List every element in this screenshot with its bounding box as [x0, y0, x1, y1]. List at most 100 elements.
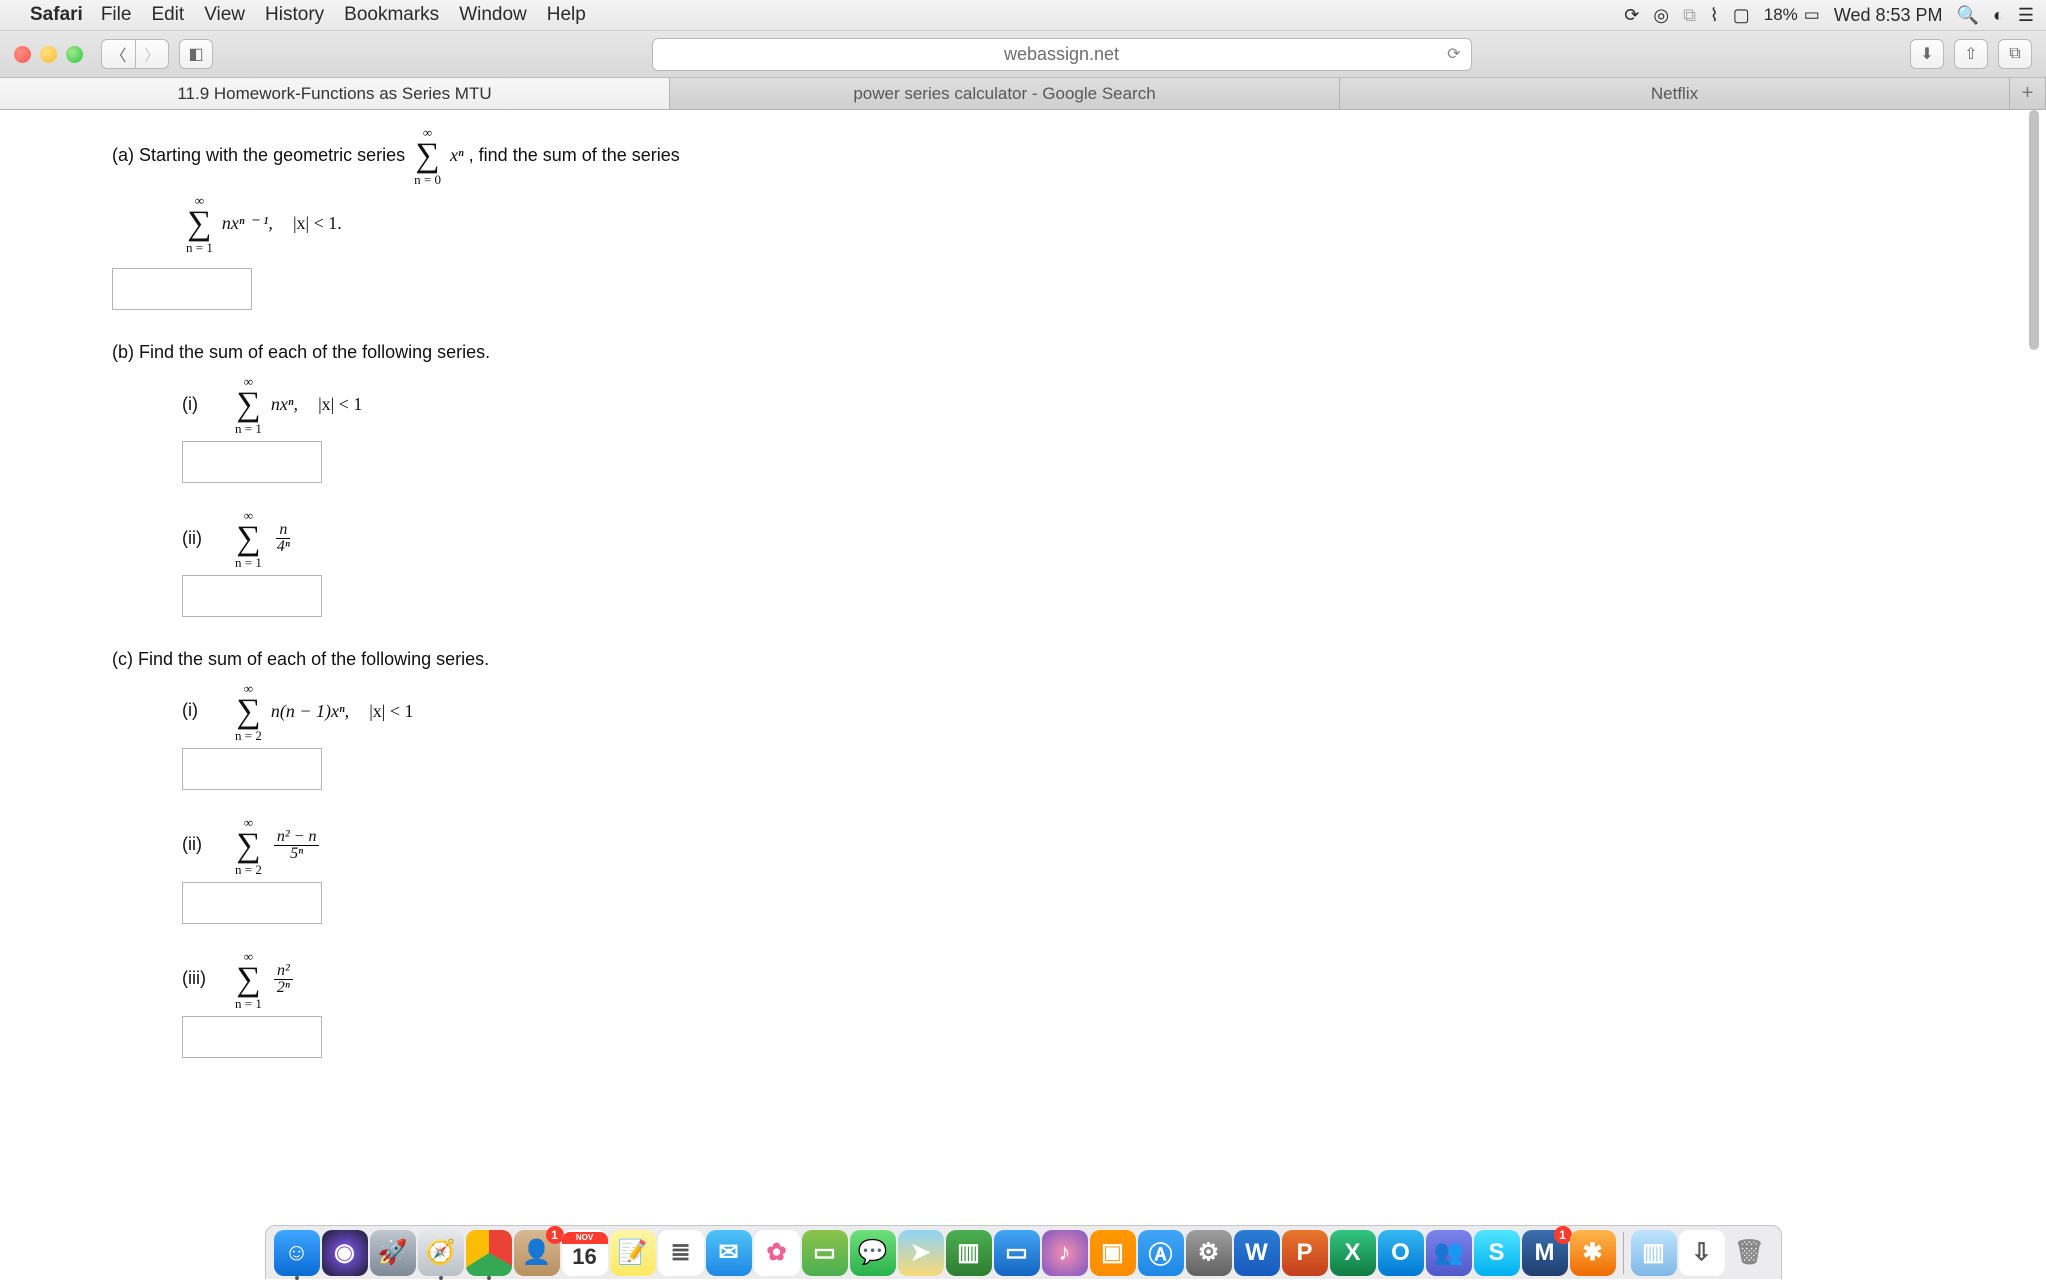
subpart-label: (i) [182, 700, 226, 721]
dock-downloads-icon[interactable]: ⇩ [1679, 1230, 1725, 1276]
dock-teams-icon[interactable]: 👥 [1426, 1230, 1472, 1276]
sum-lower: n = 1 [235, 422, 262, 435]
tab-label: power series calculator - Google Search [853, 84, 1155, 104]
app-name[interactable]: Safari [30, 4, 83, 26]
dock-malwarebytes-icon[interactable]: M1 [1522, 1230, 1568, 1276]
tab-google[interactable]: power series calculator - Google Search [670, 78, 1340, 109]
dock-excel-icon[interactable]: X [1330, 1230, 1376, 1276]
part-c: (c) Find the sum of each of the followin… [112, 645, 1930, 1058]
menu-extra-icon[interactable]: ☰ [2018, 5, 2034, 26]
dock-launchpad-icon[interactable]: 🚀 [370, 1230, 416, 1276]
answer-input-c-iii[interactable] [182, 1016, 322, 1058]
tab-netflix[interactable]: Netflix [1340, 78, 2010, 109]
condition: |x| < 1 [318, 394, 362, 414]
dock-keynote-icon[interactable]: ▭ [994, 1230, 1040, 1276]
notification-center-icon[interactable]: ◐ [1993, 5, 2004, 26]
answer-input-b-ii[interactable] [182, 575, 322, 617]
menu-window[interactable]: Window [459, 4, 527, 26]
menu-view[interactable]: View [204, 4, 245, 26]
dock-siri-icon[interactable]: ◉ [322, 1230, 368, 1276]
dock-separator [1623, 1232, 1624, 1274]
dock-notes-icon[interactable]: 📝 [610, 1230, 656, 1276]
dock-powerpoint-icon[interactable]: P [1282, 1230, 1328, 1276]
dock-facetime-icon[interactable]: ▭ [802, 1230, 848, 1276]
sum-lower: n = 1 [235, 556, 262, 569]
answer-input-c-ii[interactable] [182, 882, 322, 924]
zoom-window-button[interactable] [66, 46, 83, 63]
dock-trash-icon[interactable]: 🗑 [1727, 1230, 1773, 1276]
dock-mail-icon[interactable]: ✉ [706, 1230, 752, 1276]
part-c-ii: (ii) ∞ ∑ n = 2 n² − n 5ⁿ [182, 816, 1930, 924]
text: (a) Starting with the geometric series [112, 145, 410, 165]
backup-icon[interactable]: ⟳ [1624, 5, 1639, 26]
dock-maps-icon[interactable]: ➤ [898, 1230, 944, 1276]
dock-area: ☺◉🚀🧭👤1NOV16📝≣✉✿▭💬➤▥▭♪▣Ⓐ⚙WPXO👥SM1✱▥⇩🗑 [0, 1221, 2046, 1279]
minimize-window-button[interactable] [40, 46, 57, 63]
dock-folder-icon[interactable]: ▥ [1631, 1230, 1677, 1276]
dock-itunes-icon[interactable]: ♪ [1042, 1230, 1088, 1276]
condition: |x| < 1 [369, 700, 413, 720]
menu-edit[interactable]: Edit [151, 4, 184, 26]
sum-body: n(n − 1)xⁿ, [271, 700, 349, 720]
scroll-thumb[interactable] [2029, 110, 2039, 350]
back-button[interactable]: 〈 [101, 39, 135, 69]
sigma-icon: ∞ ∑ n = 2 [235, 816, 262, 876]
sigma-icon: ∞ ∑ n = 1 [235, 375, 262, 435]
window-controls [14, 46, 83, 63]
battery-status[interactable]: 18% ▭ [1764, 5, 1820, 25]
reload-icon[interactable]: ⟳ [1447, 44, 1460, 64]
display-icon[interactable]: ▢ [1733, 5, 1750, 26]
dock-skype-icon[interactable]: S [1474, 1230, 1520, 1276]
bluetooth-icon[interactable]: ⧉ [1683, 5, 1696, 26]
sum-body: xⁿ [450, 145, 464, 165]
menu-bookmarks[interactable]: Bookmarks [344, 4, 439, 26]
dock-chrome-icon[interactable] [466, 1230, 512, 1276]
denominator: 4ⁿ [274, 539, 293, 555]
share-button[interactable]: ⇧ [1954, 39, 1988, 69]
menu-help[interactable]: Help [547, 4, 586, 26]
airplay-icon[interactable]: ◎ [1653, 5, 1669, 26]
dock-finder-icon[interactable]: ☺ [274, 1230, 320, 1276]
sidebar-button[interactable]: ◧ [179, 39, 213, 69]
dock-photos-icon[interactable]: ✿ [754, 1230, 800, 1276]
answer-input-a[interactable] [112, 268, 252, 310]
numerator: n² [274, 963, 293, 980]
dock-appstore-icon[interactable]: Ⓐ [1138, 1230, 1184, 1276]
dock-safari-icon[interactable]: 🧭 [418, 1230, 464, 1276]
dock-calendar-icon[interactable]: NOV16 [562, 1230, 608, 1276]
dock-spark-icon[interactable]: ✱ [1570, 1230, 1616, 1276]
forward-button[interactable]: 〉 [135, 39, 169, 69]
denominator: 2ⁿ [274, 980, 293, 996]
menu-history[interactable]: History [265, 4, 324, 26]
denominator: 5ⁿ [287, 846, 306, 862]
part-a: (a) Starting with the geometric series ∞… [112, 126, 1930, 310]
dock-systemprefs-icon[interactable]: ⚙ [1186, 1230, 1232, 1276]
subpart-label: (ii) [182, 834, 226, 855]
spotlight-icon[interactable]: 🔍 [1957, 5, 1979, 26]
close-window-button[interactable] [14, 46, 31, 63]
wifi-icon[interactable]: ⌇ [1710, 5, 1719, 26]
menu-file[interactable]: File [101, 4, 132, 26]
scrollbar[interactable] [2026, 110, 2042, 1221]
dock-outlook-icon[interactable]: O [1378, 1230, 1424, 1276]
tab-label: Netflix [1651, 84, 1698, 104]
address-bar[interactable]: webassign.net ⟳ [652, 38, 1472, 71]
text: , find the sum of the series [469, 145, 680, 165]
dock-word-icon[interactable]: W [1234, 1230, 1280, 1276]
dock-reminders-icon[interactable]: ≣ [658, 1230, 704, 1276]
tabs-button[interactable]: ⧉ [1998, 39, 2032, 69]
dock-numbers-icon[interactable]: ▥ [946, 1230, 992, 1276]
page-content: (a) Starting with the geometric series ∞… [22, 110, 2020, 1221]
battery-icon: ▭ [1804, 5, 1820, 25]
clock[interactable]: Wed 8:53 PM [1834, 5, 1943, 26]
sigma-icon: ∞ ∑ n = 1 [235, 950, 262, 1010]
new-tab-button[interactable]: + [2010, 78, 2046, 109]
tab-homework[interactable]: 11.9 Homework-Functions as Series MTU [0, 78, 670, 109]
downloads-button[interactable]: ⬇ [1910, 39, 1944, 69]
answer-input-b-i[interactable] [182, 441, 322, 483]
answer-input-c-i[interactable] [182, 748, 322, 790]
dock-ibooks-icon[interactable]: ▣ [1090, 1230, 1136, 1276]
dock-messages-icon[interactable]: 💬 [850, 1230, 896, 1276]
sum-lower: n = 1 [186, 241, 213, 254]
dock-contacts-icon[interactable]: 👤1 [514, 1230, 560, 1276]
